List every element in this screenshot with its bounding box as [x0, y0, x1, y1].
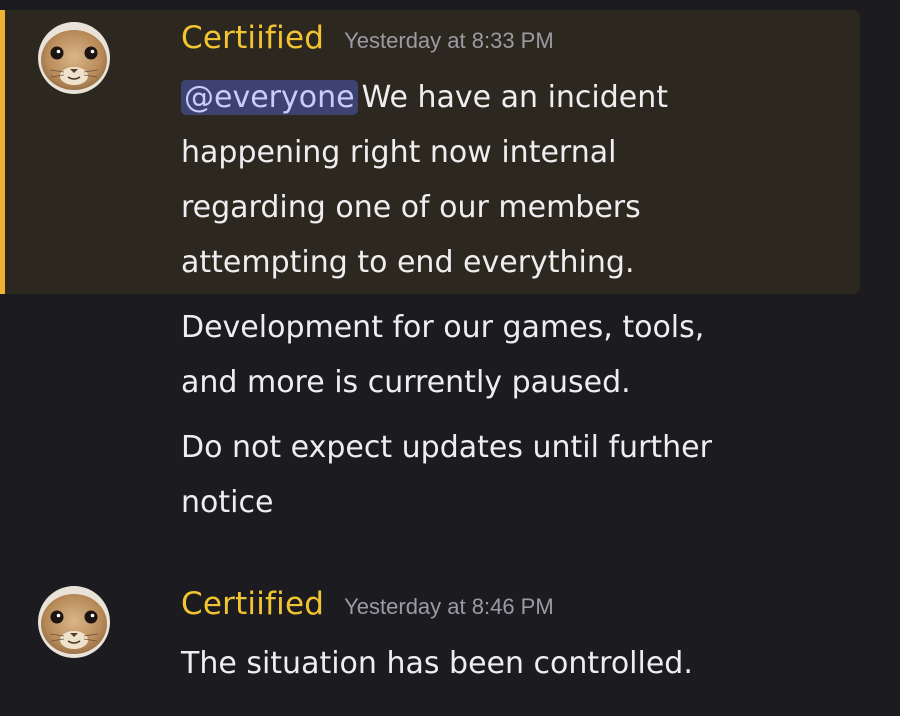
message-text-line: Development for our games, tools,: [181, 310, 705, 345]
timestamp[interactable]: Yesterday at 8:46 PM: [344, 594, 554, 620]
message-text-line: Do not expect updates until further: [181, 430, 712, 465]
everyone-mention[interactable]: @everyone: [181, 80, 358, 115]
message-text-line: and more is currently paused.: [181, 365, 631, 400]
message-text-line: @everyone We have an incident: [181, 70, 668, 125]
message-text-line: regarding one of our members: [181, 190, 641, 225]
username[interactable]: Certiified: [181, 20, 324, 56]
chat-message-list: Certiified Yesterday at 8:33 PM @everyon…: [0, 0, 900, 716]
cat-face-avatar-icon: [38, 586, 110, 658]
message-text-line: The situation has been controlled.: [181, 646, 693, 681]
message-header: Certiified Yesterday at 8:46 PM: [181, 586, 554, 622]
timestamp[interactable]: Yesterday at 8:33 PM: [344, 28, 554, 54]
username[interactable]: Certiified: [181, 586, 324, 622]
user-avatar[interactable]: [38, 586, 110, 658]
message-text-line: attempting to end everything.: [181, 245, 635, 280]
user-avatar[interactable]: [38, 22, 110, 94]
cat-face-avatar-icon: [38, 22, 110, 94]
message-header: Certiified Yesterday at 8:33 PM: [181, 20, 554, 56]
message-text-line: happening right now internal: [181, 135, 617, 170]
message-text-line: notice: [181, 485, 274, 520]
mention-highlight-bar: [0, 10, 5, 294]
message-text: We have an incident: [361, 80, 669, 115]
